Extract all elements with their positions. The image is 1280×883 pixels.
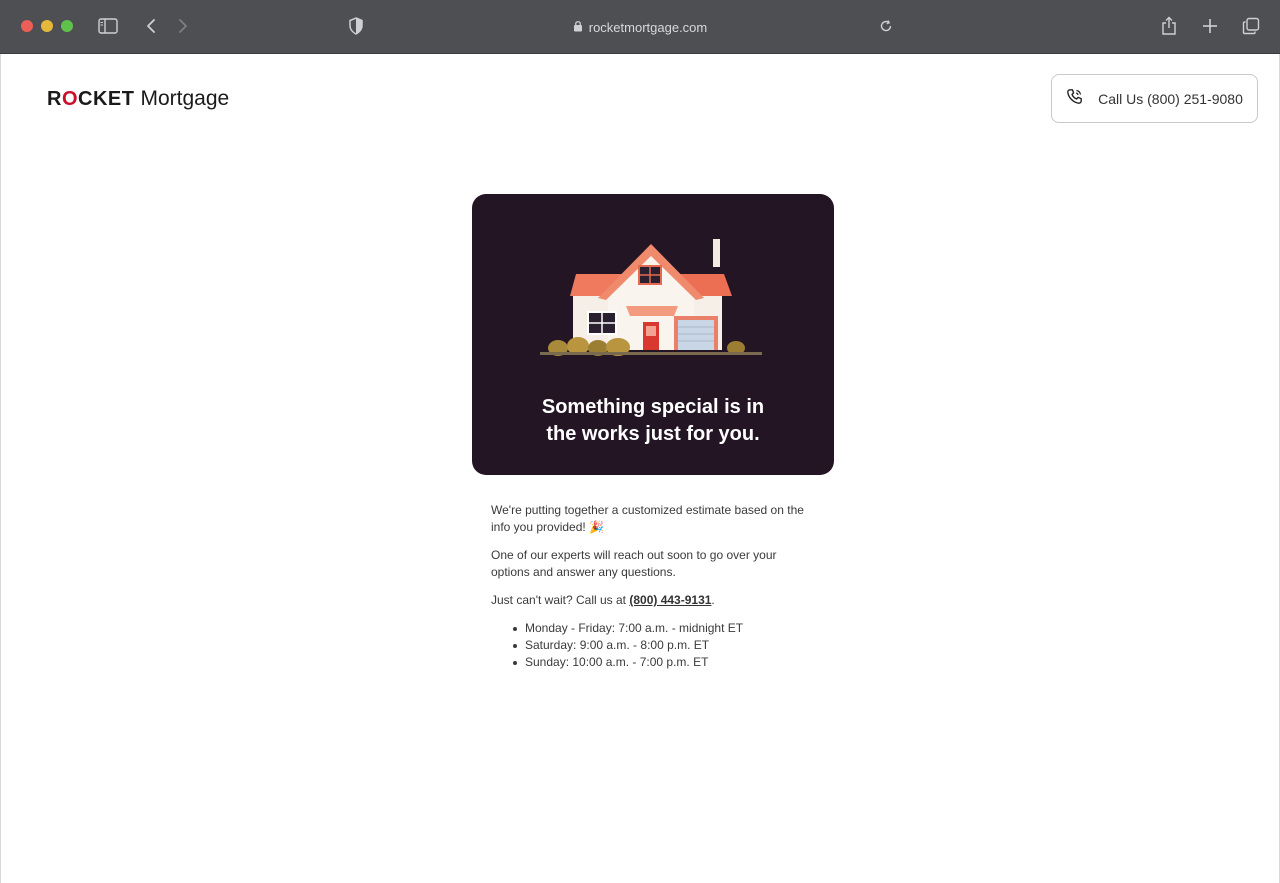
- browser-toolbar: rocketmortgage.com: [0, 0, 1280, 54]
- minimize-window-button[interactable]: [41, 20, 53, 32]
- business-hours-list: Monday - Friday: 7:00 a.m. - midnight ET…: [491, 620, 811, 671]
- call-us-label: Call Us (800) 251-9080: [1098, 90, 1243, 107]
- call-us-button[interactable]: Call Us (800) 251-9080: [1051, 74, 1258, 123]
- chevron-left-icon[interactable]: [140, 15, 162, 37]
- call-us-message: Just can't wait? Call us at (800) 443-91…: [491, 592, 811, 609]
- phone-icon: [1066, 88, 1084, 109]
- logo-mortgage-wordmark: Mortgage: [140, 87, 230, 110]
- zoom-window-button[interactable]: [61, 20, 73, 32]
- shield-icon[interactable]: [345, 15, 367, 37]
- hero-card: Something special is in the works just f…: [472, 194, 834, 475]
- estimate-message: We're putting together a customized esti…: [491, 503, 804, 534]
- message-body: We're putting together a customized esti…: [491, 502, 811, 671]
- list-item: Sunday: 10:00 a.m. - 7:00 p.m. ET: [513, 654, 811, 671]
- phone-number-link[interactable]: (800) 443-9131: [629, 593, 711, 607]
- lock-icon: [573, 20, 583, 35]
- url-text: rocketmortgage.com: [588, 19, 708, 35]
- hero-headline: Something special is in the works just f…: [472, 394, 834, 448]
- house-illustration: [540, 239, 762, 356]
- logo-rocket-wordmark: ROCKET: [47, 88, 135, 110]
- expert-message: One of our experts will reach out soon t…: [491, 548, 777, 579]
- hero-headline-line-1: Something special is in: [541, 396, 765, 418]
- rocket-mortgage-logo[interactable]: ROCKET Mortgage: [47, 87, 229, 113]
- tabs-icon[interactable]: [1240, 15, 1262, 37]
- list-item: Saturday: 9:00 a.m. - 8:00 p.m. ET: [513, 637, 811, 654]
- address-bar[interactable]: rocketmortgage.com: [500, 16, 780, 38]
- close-window-button[interactable]: [21, 20, 33, 32]
- list-item: Monday - Friday: 7:00 a.m. - midnight ET: [513, 620, 811, 637]
- call-us-suffix: .: [711, 593, 715, 607]
- share-icon[interactable]: [1158, 15, 1180, 37]
- web-page: ROCKET Mortgage Call Us (800) 251-9080 S…: [0, 54, 1280, 883]
- hero-headline-line-2: the works just for you.: [546, 423, 760, 445]
- plus-icon[interactable]: [1199, 15, 1221, 37]
- sidebar-icon[interactable]: [97, 15, 119, 37]
- chevron-right-icon[interactable]: [172, 15, 194, 37]
- reload-icon[interactable]: [875, 15, 897, 37]
- call-us-prefix: Just can't wait? Call us at: [491, 593, 630, 607]
